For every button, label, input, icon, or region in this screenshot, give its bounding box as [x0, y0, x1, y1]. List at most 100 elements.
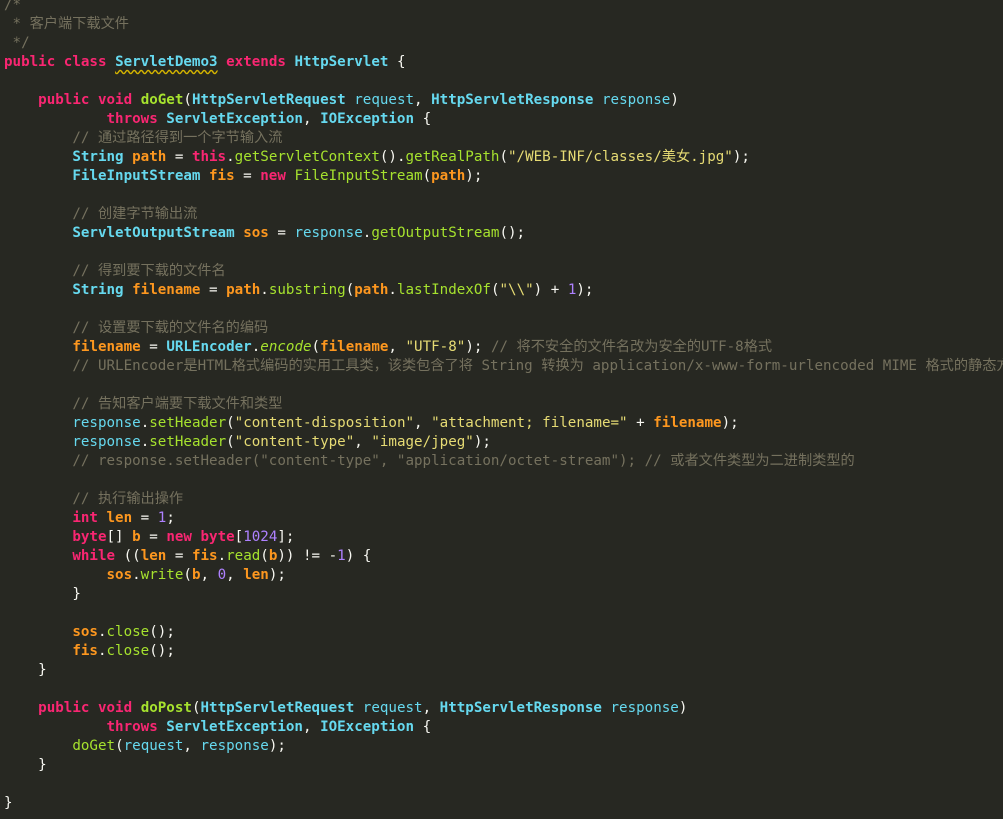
code-token: .	[251, 339, 261, 355]
code-token: ,	[422, 700, 440, 716]
code-token: extends	[226, 54, 286, 70]
code-token: URLEncoder	[166, 339, 252, 355]
code-line: filename = URLEncoder.encode(filename, "…	[4, 338, 772, 357]
code-token: "content-disposition"	[234, 415, 415, 431]
code-token: path	[431, 168, 466, 184]
code-token: // 执行输出操作	[72, 491, 184, 507]
code-line: byte[] b = new byte[1024];	[4, 528, 294, 547]
code-token: close	[106, 624, 150, 640]
code-token: ();	[149, 643, 175, 659]
code-token: (	[422, 168, 432, 184]
code-token: /*	[4, 0, 22, 13]
code-token: ().	[379, 149, 406, 165]
code-token: while	[72, 548, 116, 564]
code-token: filename	[72, 339, 141, 355]
code-token: 1024	[243, 529, 278, 545]
code-token: path	[354, 282, 389, 298]
code-token: );	[732, 149, 750, 165]
code-line: public void doPost(HttpServletRequest re…	[4, 699, 687, 718]
code-token: (	[345, 282, 355, 298]
code-token: response	[294, 225, 363, 241]
code-token: filename	[320, 339, 389, 355]
code-token: * 客户端下载文件	[4, 16, 129, 32]
code-token: response	[72, 415, 141, 431]
code-token: HttpServletResponse	[439, 700, 602, 716]
code-token: )) != -	[277, 548, 338, 564]
code-token: );	[473, 434, 491, 450]
code-token: substring	[268, 282, 346, 298]
code-token: // URLEncoder是HTML格式编码的实用工具类，该类包含了将 Stri…	[72, 358, 1003, 374]
code-token: HttpServletResponse	[431, 92, 594, 108]
code-token: .	[388, 282, 397, 298]
code-token: =	[234, 168, 261, 184]
code-token: new	[260, 168, 286, 184]
code-token: (	[260, 548, 269, 564]
code-token: .	[132, 567, 141, 583]
code-token: IOException	[320, 111, 415, 127]
code-line: response.setHeader("content-disposition"…	[4, 414, 738, 433]
code-editor[interactable]: /* * 客户端下载文件 */ public class ServletDemo3…	[0, 0, 1003, 819]
code-token: ();	[499, 225, 526, 241]
code-token: FileInputStream	[72, 168, 201, 184]
code-token: ];	[277, 529, 295, 545]
code-token: =	[140, 529, 167, 545]
code-token: ,	[388, 339, 406, 355]
code-token: =	[200, 282, 227, 298]
code-token: response	[601, 92, 671, 108]
code-token: ,	[414, 415, 432, 431]
code-token: }	[4, 757, 47, 773]
code-token: write	[140, 567, 184, 583]
code-token: {	[388, 54, 406, 70]
code-line: throws ServletException, IOException {	[4, 110, 432, 129]
code-token: ) +	[533, 282, 568, 298]
code-token: .	[97, 643, 107, 659]
code-token: {	[414, 111, 432, 127]
code-token: []	[106, 529, 133, 545]
code-line: // URLEncoder是HTML格式编码的实用工具类，该类包含了将 Stri…	[4, 357, 1003, 376]
code-token: request	[123, 738, 184, 754]
code-token: ,	[354, 434, 372, 450]
code-token: path	[132, 149, 167, 165]
code-token: HttpServletRequest	[200, 700, 355, 716]
code-line: // 设置要下载的文件名的编码	[4, 319, 268, 338]
code-token: .	[140, 415, 150, 431]
code-token: // 设置要下载的文件名的编码	[72, 320, 269, 336]
code-line: while ((len = fis.read(b)) != -1) {	[4, 547, 371, 566]
code-token: int	[72, 510, 98, 526]
code-token: String	[72, 282, 124, 298]
code-token: doGet	[140, 92, 184, 108]
code-token: request	[362, 700, 423, 716]
code-line: // 得到要下载的文件名	[4, 262, 225, 281]
code-token: .	[97, 624, 107, 640]
code-token: );	[268, 567, 286, 583]
code-token: );	[576, 282, 594, 298]
code-token: }	[4, 586, 81, 602]
code-token: FileInputStream	[294, 168, 423, 184]
code-token: // 通过路径得到一个字节输入流	[72, 130, 283, 146]
code-token: this	[191, 149, 227, 165]
code-token: [	[234, 529, 244, 545]
code-token: "UTF-8"	[405, 339, 466, 355]
code-token: ();	[149, 624, 175, 640]
code-token: public	[38, 700, 90, 716]
code-line: public class ServletDemo3 extends HttpSe…	[4, 53, 406, 72]
code-token: fis	[191, 548, 218, 564]
